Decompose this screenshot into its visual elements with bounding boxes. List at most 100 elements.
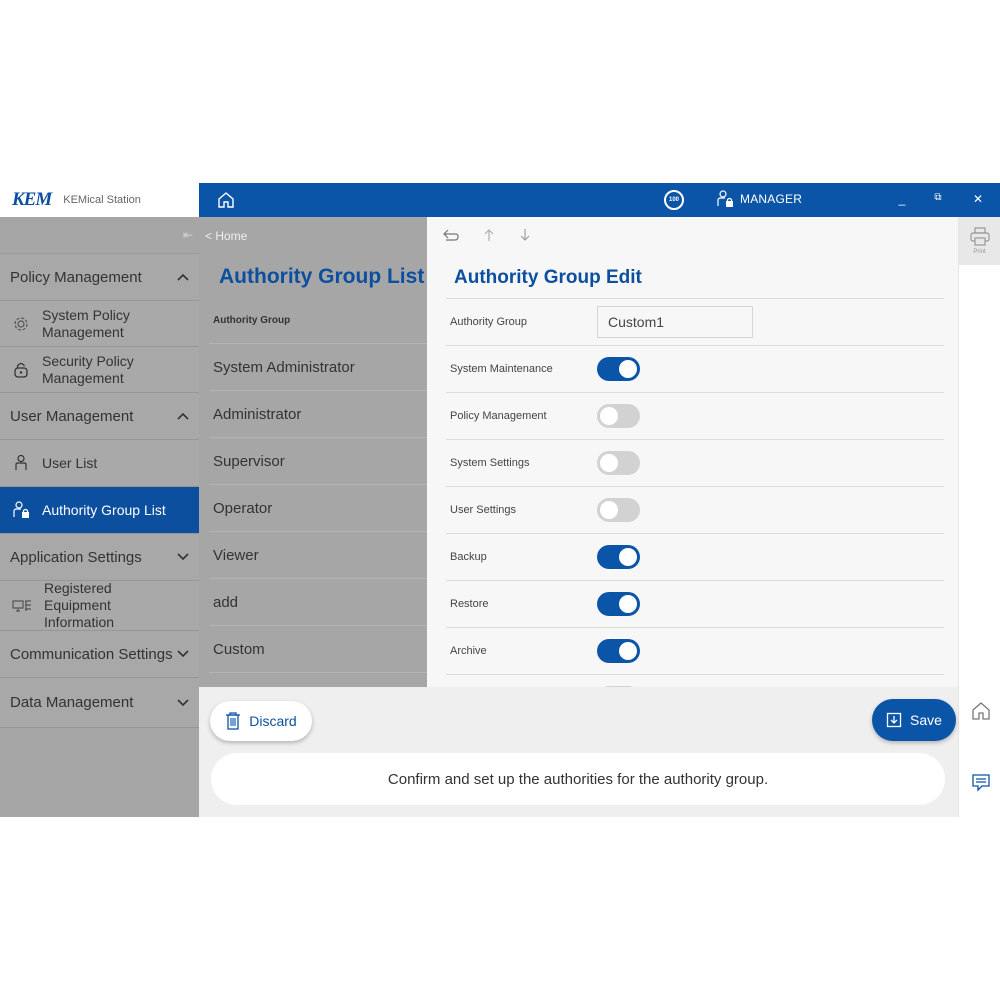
user-menu[interactable]: MANAGER: [716, 190, 802, 208]
archive-toggle[interactable]: [597, 639, 640, 663]
sidebar-item-label: System Policy Management: [42, 306, 130, 340]
home-icon[interactable]: [971, 701, 991, 721]
toggle-row: Restore: [446, 581, 944, 628]
edit-title: Authority Group Edit: [454, 267, 642, 288]
list-item[interactable]: System Administrator: [209, 344, 427, 391]
toggle-row: Backup: [446, 534, 944, 581]
sidebar-item-system-policy[interactable]: System Policy Management: [0, 301, 199, 347]
notification-badge[interactable]: 100: [664, 190, 684, 210]
breadcrumb-home[interactable]: < Home: [205, 229, 247, 243]
sidebar-item-label: Authority Group List: [42, 501, 166, 518]
printer-icon: [969, 227, 990, 246]
sidebar-section-application-settings[interactable]: Application Settings: [0, 534, 199, 581]
toggle-row-partial: [446, 675, 944, 687]
app-window: KEM KEMical Station 100 MANAGER _ ⧉ ✕ ⇤: [0, 183, 1000, 817]
toggle-row: Policy Management: [446, 393, 944, 440]
list-header: Authority Group: [209, 298, 427, 344]
chevron-up-icon: [177, 273, 189, 281]
user-lock-icon: [717, 190, 733, 207]
list-item[interactable]: Viewer: [209, 532, 427, 579]
discard-label: Discard: [249, 713, 297, 729]
list-item[interactable]: Supervisor: [209, 438, 427, 485]
brand-area: KEM KEMical Station: [0, 183, 199, 217]
system-maintenance-toggle[interactable]: [597, 357, 640, 381]
authority-group-input[interactable]: Custom1: [597, 306, 753, 338]
field-label: Authority Group: [450, 316, 528, 328]
list-item[interactable]: Custom: [209, 626, 427, 673]
collapse-sidebar-icon[interactable]: ⇤: [183, 228, 193, 242]
sidebar-section-policy-management[interactable]: Policy Management: [0, 254, 199, 301]
policy-management-toggle[interactable]: [597, 404, 640, 428]
list-item[interactable]: add: [209, 579, 427, 626]
sidebar-item-registered-equipment[interactable]: Registered Equipment Information: [0, 581, 199, 631]
equipment-icon: [12, 599, 31, 612]
page-title: Authority Group List: [219, 265, 425, 288]
toggle-label: Restore: [450, 598, 489, 610]
toggle-label: Policy Management: [450, 410, 547, 422]
save-label: Save: [910, 712, 942, 728]
arrow-down-icon[interactable]: [519, 228, 531, 242]
sidebar-item-security-policy[interactable]: Security Policy Management: [0, 347, 199, 393]
lock-icon: [14, 362, 28, 378]
authority-group-edit-pane: Authority Group Edit Authority Group Cus…: [427, 217, 958, 687]
home-icon[interactable]: [217, 191, 235, 209]
chevron-up-icon: [177, 412, 189, 420]
toggle-row: Archive: [446, 628, 944, 675]
gear-icon: [14, 316, 28, 331]
restore-toggle[interactable]: [597, 592, 640, 616]
trash-icon: [226, 712, 241, 730]
save-button[interactable]: Save: [872, 699, 956, 741]
back-icon[interactable]: [443, 228, 459, 242]
close-button[interactable]: ✕: [970, 192, 986, 206]
sidebar-item-authority-group-list[interactable]: Authority Group List: [0, 487, 199, 534]
section-label: Application Settings: [10, 548, 142, 566]
backup-toggle[interactable]: [597, 545, 640, 569]
chevron-down-icon: [177, 553, 189, 561]
discard-button[interactable]: Discard: [210, 701, 312, 741]
sidebar-section-data-management[interactable]: Data Management: [0, 678, 199, 728]
sidebar-section-communication-settings[interactable]: Communication Settings: [0, 631, 199, 678]
chevron-down-icon: [177, 698, 189, 706]
chevron-down-icon: [177, 650, 189, 658]
sidebar-top: ⇤: [0, 217, 199, 254]
authority-group-list-pane: < Home Authority Group List Authority Gr…: [199, 217, 427, 687]
list-item[interactable]: Administrator: [209, 391, 427, 438]
user-settings-toggle[interactable]: [597, 498, 640, 522]
toggle-row: User Settings: [446, 487, 944, 534]
restore-button[interactable]: ⧉: [930, 192, 946, 203]
toggle-row: System Maintenance: [446, 346, 944, 393]
minimize-button[interactable]: _: [894, 192, 910, 206]
print-label: Print: [973, 249, 986, 255]
save-icon: [886, 712, 902, 728]
print-button[interactable]: Print: [959, 217, 1000, 265]
sidebar-item-label: Security Policy Management: [42, 352, 134, 386]
badge-count: 100: [666, 192, 682, 208]
toggle-label: Archive: [450, 645, 487, 657]
sidebar-item-user-list[interactable]: User List: [0, 440, 199, 487]
arrow-up-icon[interactable]: [483, 228, 495, 242]
authority-settings: Authority Group Custom1 System Maintenan…: [446, 298, 944, 687]
sidebar-item-label: User List: [42, 454, 98, 471]
section-label: Policy Management: [10, 268, 142, 286]
system-settings-toggle[interactable]: [597, 451, 640, 475]
user-lock-icon: [13, 501, 29, 518]
app-name: KEMical Station: [63, 194, 141, 206]
sidebar-item-label: Registered Equipment Information: [44, 581, 115, 630]
user-name: MANAGER: [740, 192, 803, 206]
user-icon: [15, 454, 27, 470]
toggle-row: System Settings: [446, 440, 944, 487]
sidebar-section-user-management[interactable]: User Management: [0, 393, 199, 440]
help-message: Confirm and set up the authorities for t…: [211, 753, 945, 805]
section-label: User Management: [10, 407, 134, 425]
toggle-label: Backup: [450, 551, 487, 563]
section-label: Communication Settings: [10, 645, 173, 663]
list-item[interactable]: Operator: [209, 485, 427, 532]
bottom-panel: Discard Save Confirm and set up the auth…: [199, 687, 958, 817]
section-label: Data Management: [10, 694, 134, 711]
sidebar: ⇤ Policy Management System Policy Manage…: [0, 217, 199, 817]
top-bar: 100 MANAGER _ ⧉ ✕: [199, 183, 1000, 217]
chat-icon[interactable]: [971, 772, 991, 792]
kem-logo: KEM: [12, 189, 52, 210]
right-rail: Print: [958, 217, 1000, 817]
toggle-label: User Settings: [450, 504, 517, 516]
